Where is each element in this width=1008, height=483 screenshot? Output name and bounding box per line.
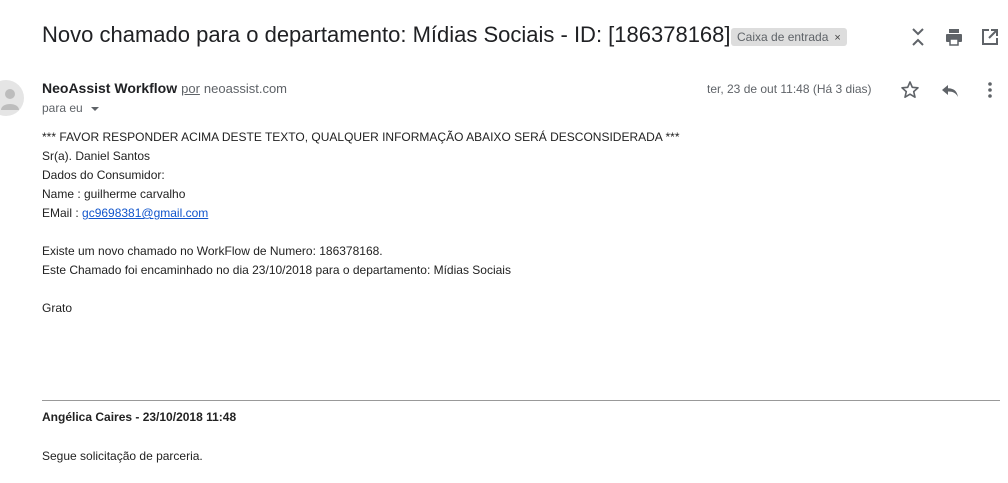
remove-label-button[interactable]: × [834, 32, 840, 44]
inbox-label-text: Caixa de entrada [737, 30, 829, 44]
print-icon[interactable] [944, 27, 964, 47]
email-field-label: EMail : [42, 206, 83, 220]
reply-author: Angélica Caires - 23/10/2018 11:48 [42, 410, 237, 424]
body-line: Este Chamado foi encaminhado no dia 23/1… [42, 263, 511, 277]
closing-line: Grato [42, 301, 73, 315]
recipient-text: para eu [42, 101, 83, 115]
body-email-line: EMail : gc9698381@gmail.com [42, 204, 680, 223]
inbox-label-chip[interactable]: Caixa de entrada × [731, 28, 847, 46]
dropdown-arrow-icon[interactable] [90, 105, 100, 113]
consumer-email-link[interactable]: gc9698381@gmail.com [82, 206, 208, 220]
reply-icon[interactable] [940, 80, 960, 100]
email-subject: Novo chamado para o departamento: Mídias… [42, 22, 731, 47]
collapse-all-icon[interactable] [908, 27, 928, 47]
open-in-new-window-icon[interactable] [980, 27, 1000, 47]
body-line: Existe um novo chamado no WorkFlow de Nu… [42, 244, 383, 258]
sender-name[interactable]: NeoAssist Workflow [42, 80, 177, 96]
body-line: Name : guilherme carvalho [42, 187, 186, 201]
via-link[interactable]: por [181, 81, 200, 96]
body-line: *** FAVOR RESPONDER ACIMA DESTE TEXTO, Q… [42, 130, 680, 144]
sender-domain: neoassist.com [203, 81, 287, 96]
body-line: Sr(a). Daniel Santos [42, 149, 151, 163]
email-date: ter, 23 de out 11:48 (Há 3 dias) [707, 82, 872, 96]
sender-line: NeoAssist Workflow por neoassist.com [42, 80, 287, 96]
reply-text: Segue solicitação de parceria. [42, 449, 203, 463]
recipient-line[interactable]: para eu [42, 101, 100, 115]
avatar-icon [0, 80, 24, 116]
divider [42, 400, 1000, 401]
body-line: Dados do Consumidor: [42, 168, 165, 182]
email-body: *** FAVOR RESPONDER ACIMA DESTE TEXTO, Q… [42, 128, 680, 318]
more-vert-icon[interactable] [980, 80, 1000, 100]
star-icon[interactable] [900, 80, 920, 100]
